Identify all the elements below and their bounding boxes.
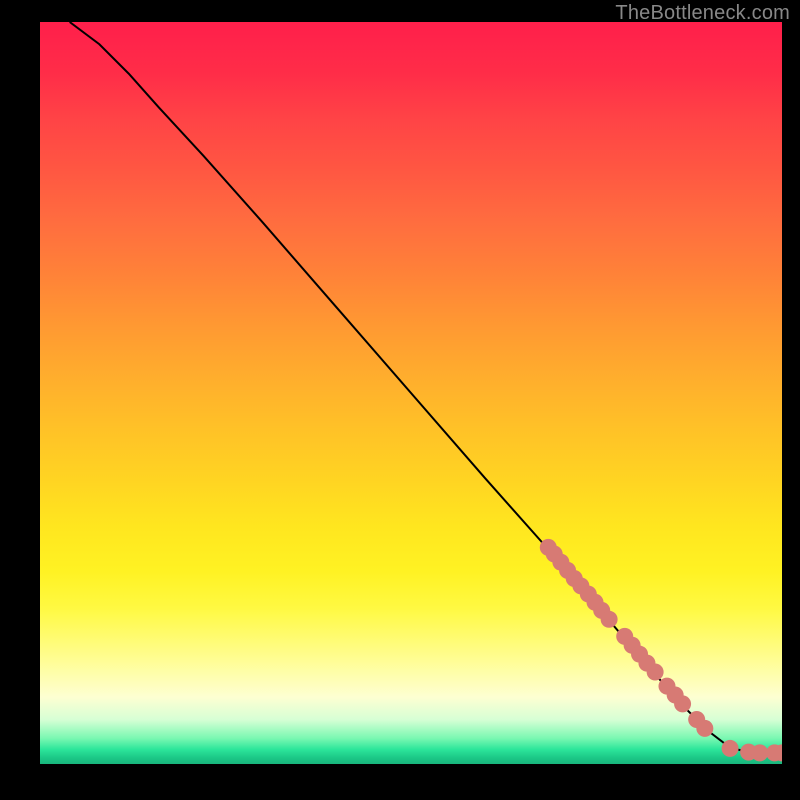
scatter-markers bbox=[540, 539, 782, 762]
chart-svg bbox=[40, 22, 782, 764]
scatter-point bbox=[647, 663, 664, 680]
curve-line bbox=[70, 22, 782, 753]
scatter-point bbox=[601, 611, 618, 628]
plot-area bbox=[40, 22, 782, 764]
scatter-point bbox=[696, 720, 713, 737]
scatter-point bbox=[751, 744, 768, 761]
chart-stage: TheBottleneck.com bbox=[0, 0, 800, 800]
scatter-point bbox=[722, 740, 739, 757]
scatter-point bbox=[674, 695, 691, 712]
